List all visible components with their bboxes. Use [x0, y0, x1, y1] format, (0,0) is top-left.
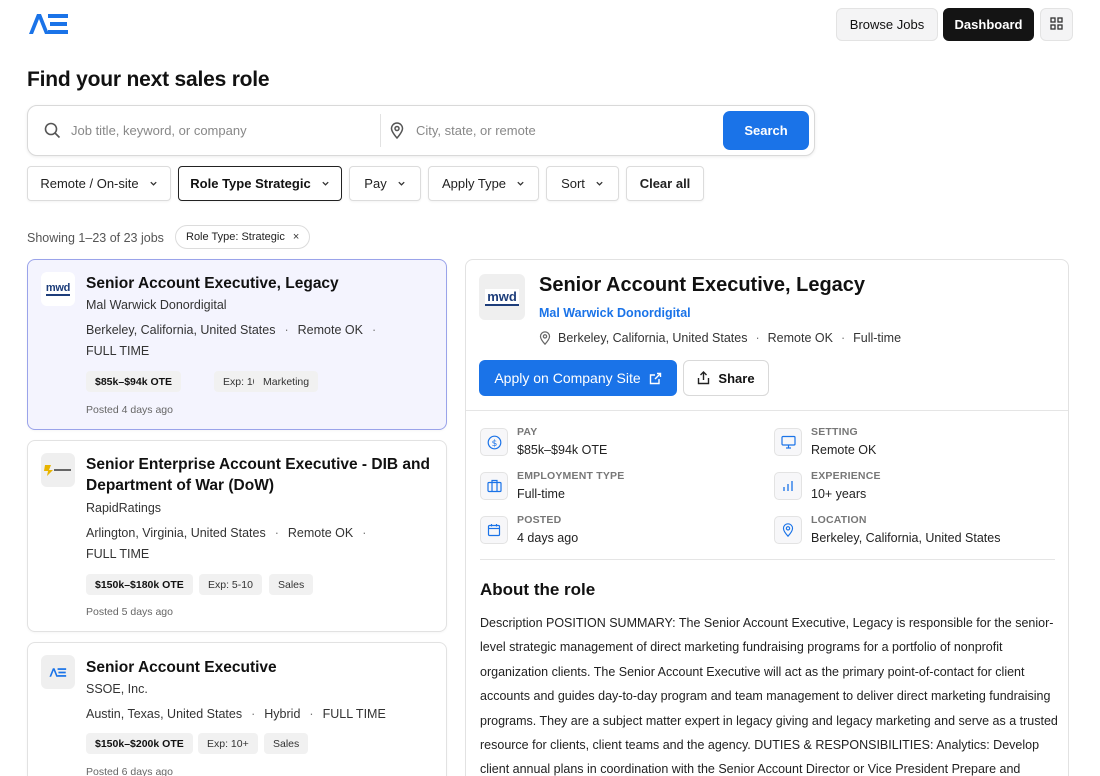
briefcase-icon [480, 472, 508, 500]
search-button[interactable]: Search [723, 111, 809, 150]
role-type-filter-label: Role Type Strategic [190, 176, 311, 191]
search-icon [44, 122, 61, 139]
chip-label: Role Type: Strategic [186, 231, 285, 243]
monitor-icon [774, 428, 802, 456]
location-pin-icon [539, 331, 551, 345]
detail-title: Senior Account Executive, Legacy [539, 274, 866, 296]
fact-setting: SETTING Remote OK [774, 426, 1054, 466]
company-logo: mwd [479, 274, 525, 320]
chevron-down-icon [517, 181, 524, 186]
sort-filter[interactable]: Sort [546, 166, 619, 201]
browse-jobs-button[interactable]: Browse Jobs [836, 8, 938, 41]
company-logo [41, 655, 75, 689]
experience-tag: Exp: 10+ [198, 733, 258, 754]
dashboard-button[interactable]: Dashboard [943, 8, 1034, 41]
grid-icon [1050, 16, 1063, 33]
calendar-icon [480, 516, 508, 544]
about-text: Description POSITION SUMMARY: The Senior… [480, 616, 1058, 776]
fact-posted: POSTED 4 days ago [480, 514, 760, 554]
fact-pay: $ PAY $85k–$94k OTE [480, 426, 760, 466]
share-icon [697, 371, 710, 385]
divider [480, 559, 1055, 560]
active-filter-chip[interactable]: Role Type: Strategic × [175, 225, 311, 249]
posted-date: Posted 4 days ago [86, 404, 173, 416]
ae-logo-icon [49, 667, 67, 677]
about-title: About the role [480, 580, 596, 599]
share-button[interactable]: Share [683, 360, 769, 396]
location-search-field[interactable]: City, state, or remote [390, 106, 710, 155]
job-title[interactable]: Senior Enterprise Account Executive - DI… [86, 454, 436, 496]
keyword-input[interactable]: Job title, keyword, or company [71, 123, 247, 138]
job-company: Mal Warwick Donordigital [86, 298, 227, 312]
job-card[interactable]: Senior Account Executive SSOE, Inc. Aust… [27, 642, 447, 776]
keyword-search-field[interactable]: Job title, keyword, or company [44, 106, 374, 155]
category-tag: Sales [264, 733, 309, 754]
results-count: Showing 1–23 of 23 jobs [27, 231, 164, 245]
role-type-filter[interactable]: Role Type Strategic [178, 166, 342, 201]
remote-filter-label: Remote / On-site [40, 176, 139, 191]
divider [466, 410, 1068, 411]
close-icon[interactable]: × [293, 231, 299, 243]
location-pin-icon [390, 122, 404, 139]
apply-type-filter-label: Apply Type [441, 176, 507, 191]
pay-tag: $150k–$200k OTE [86, 733, 193, 754]
job-location: Berkeley, California, United States · Remo… [86, 323, 377, 358]
chevron-down-icon [149, 181, 157, 186]
apps-grid-button[interactable] [1040, 8, 1073, 41]
search-bar: Job title, keyword, or company City, sta… [27, 105, 815, 156]
fact-experience: EXPERIENCE 10+ years [774, 470, 1054, 510]
clear-all-button[interactable]: Clear all [626, 166, 704, 201]
chevron-down-icon [398, 181, 405, 186]
job-title[interactable]: Senior Account Executive, Legacy [86, 273, 436, 294]
company-logo: mwd [41, 272, 75, 306]
posted-date: Posted 5 days ago [86, 606, 173, 618]
chevron-down-icon [322, 181, 329, 186]
detail-location: Berkeley, California, United States · Remo… [539, 331, 901, 345]
bar-chart-icon [774, 472, 802, 500]
apply-type-filter[interactable]: Apply Type [428, 166, 539, 201]
job-company: SSOE, Inc. [86, 682, 148, 696]
sort-filter-label: Sort [561, 176, 585, 191]
category-tag: Marketing [254, 371, 319, 392]
category-tag: Sales [269, 574, 314, 595]
svg-text:$: $ [491, 438, 497, 448]
job-location: Austin, Texas, United States · Hybrid · FULL… [86, 707, 386, 721]
rapidratings-logo-icon [44, 465, 71, 476]
location-pin-icon [774, 516, 802, 544]
job-card[interactable]: mwd Senior Account Executive, Legacy Mal… [27, 259, 447, 430]
page-title: Find your next sales role [27, 68, 270, 91]
posted-date: Posted 6 days ago [86, 766, 173, 776]
detail-company-link[interactable]: Mal Warwick Donordigital [539, 306, 691, 320]
pay-tag: $150k–$180k OTE [86, 574, 193, 595]
job-detail-panel: mwd Senior Account Executive, Legacy Mal… [465, 259, 1069, 776]
pay-tag: $85k–$94k OTE [86, 371, 182, 392]
job-card[interactable]: Senior Enterprise Account Executive - DI… [27, 440, 447, 632]
pay-filter[interactable]: Pay [349, 166, 421, 201]
external-link-icon [649, 372, 662, 385]
job-company: RapidRatings [86, 501, 162, 515]
chevron-down-icon [596, 181, 603, 186]
location-input[interactable]: City, state, or remote [416, 123, 536, 138]
experience-tag: Exp: 5-10 [199, 574, 262, 595]
job-title[interactable]: Senior Account Executive [86, 657, 436, 678]
dollar-icon: $ [480, 428, 508, 456]
remote-filter[interactable]: Remote / On-site [27, 166, 171, 201]
pay-filter-label: Pay [364, 176, 387, 191]
company-logo [41, 453, 75, 487]
fact-employment-type: EMPLOYMENT TYPE Full-time [480, 470, 760, 510]
app-logo[interactable] [28, 12, 70, 36]
apply-button[interactable]: Apply on Company Site [479, 360, 677, 396]
fact-location: LOCATION Berkeley, California, United St… [774, 514, 1054, 554]
job-location: Arlington, Virginia, United States · Remot… [86, 526, 367, 561]
search-divider [380, 114, 381, 147]
